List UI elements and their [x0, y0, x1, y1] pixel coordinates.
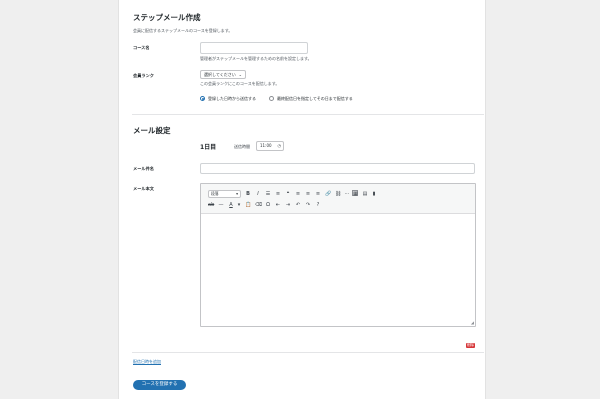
- caret-icon: ▾: [236, 191, 238, 196]
- text-color-icon[interactable]: A: [228, 202, 234, 208]
- redo-icon[interactable]: ↷: [305, 202, 311, 208]
- chart-icon[interactable]: ▮: [371, 191, 377, 197]
- day-label: 1日目: [200, 144, 217, 151]
- numbered-list-icon[interactable]: ≡: [275, 191, 281, 197]
- subject-input[interactable]: [200, 163, 475, 174]
- member-rank-select[interactable]: 選択してください ⌄: [200, 70, 246, 79]
- outdent-icon[interactable]: ⇤: [275, 202, 281, 208]
- delete-day-button[interactable]: 削除: [466, 343, 475, 348]
- align-center-icon[interactable]: ≡: [305, 191, 311, 197]
- resize-handle-icon[interactable]: ◢: [471, 320, 474, 325]
- format-select-value: 段落: [211, 191, 219, 196]
- subject-label: メール件名: [133, 166, 154, 171]
- member-rank-label: 会員ランク: [133, 73, 154, 78]
- step-mail-title: ステップメール作成: [133, 13, 201, 22]
- strikethrough-icon[interactable]: ab: [208, 202, 214, 208]
- send-time-label: 送信時間: [234, 144, 250, 149]
- indent-icon[interactable]: ⇥: [285, 202, 291, 208]
- radio-send-from-registration-label: 登録した日時から送信する: [208, 96, 256, 101]
- member-rank-help: この会員ランクにこのコースを配信します。: [200, 81, 280, 86]
- chevron-down-icon: ⌄: [238, 72, 242, 77]
- member-rank-selected: 選択してください: [204, 72, 236, 77]
- link-icon[interactable]: 🔗: [325, 191, 331, 197]
- course-name-input[interactable]: [200, 42, 308, 54]
- toolbar-toggle-icon[interactable]: ▦: [352, 190, 358, 197]
- course-name-help: 管理者がステップメールを管理するための名前を設定します。: [200, 56, 312, 61]
- course-name-label: コース名: [133, 45, 150, 50]
- align-right-icon[interactable]: ≡: [315, 191, 321, 197]
- body-label: メール本文: [133, 186, 154, 191]
- unlink-icon[interactable]: ⛓: [335, 191, 341, 197]
- bottom-divider: [132, 352, 484, 353]
- paste-text-icon[interactable]: 📋: [245, 202, 251, 208]
- undo-icon[interactable]: ↶: [295, 202, 301, 208]
- italic-icon[interactable]: I: [255, 191, 261, 197]
- horizontal-line-icon[interactable]: —: [218, 202, 224, 208]
- step-mail-description: 会員に配信するステップメールのコースを登録します。: [133, 28, 233, 33]
- format-select[interactable]: 段落 ▾: [208, 190, 241, 198]
- register-course-button[interactable]: コースを登録する: [133, 380, 186, 390]
- radio-send-until-date-label: 最終配信日を指定してその日まで配信する: [277, 96, 353, 101]
- bulleted-list-icon[interactable]: ☰: [265, 191, 271, 197]
- mail-settings-title: メール設定: [133, 126, 171, 135]
- send-time-value: 11:00: [260, 143, 272, 148]
- editor-toolbar: [201, 184, 475, 214]
- clear-format-icon[interactable]: ⌫: [255, 202, 262, 208]
- blockquote-icon[interactable]: ❝: [285, 191, 291, 197]
- special-char-icon[interactable]: Ω: [265, 202, 271, 208]
- help-icon[interactable]: ?: [315, 202, 321, 208]
- send-time-input[interactable]: 11:00 ◷: [256, 141, 284, 151]
- radio-send-until-date[interactable]: [269, 96, 274, 101]
- read-more-icon[interactable]: ⋯: [344, 191, 350, 197]
- text-color-caret-icon[interactable]: ▾: [236, 202, 242, 208]
- table-icon[interactable]: ▤: [362, 191, 368, 197]
- clock-icon: ◷: [277, 143, 282, 148]
- align-left-icon[interactable]: ≡: [295, 191, 301, 197]
- radio-send-from-registration[interactable]: [200, 96, 205, 101]
- bold-icon[interactable]: B: [245, 191, 251, 197]
- add-delivery-link[interactable]: 配信日時を追加: [133, 359, 161, 365]
- section-divider: [132, 114, 484, 115]
